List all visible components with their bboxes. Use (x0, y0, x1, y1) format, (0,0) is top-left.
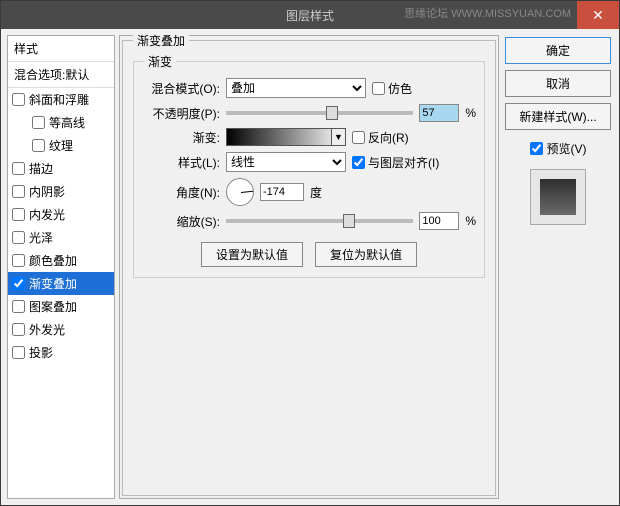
panel-title: 渐变叠加 (133, 32, 189, 49)
angle-dial[interactable] (226, 178, 254, 206)
preview-inner (540, 179, 576, 215)
style-list-header[interactable]: 样式 (8, 36, 114, 62)
style-item-label: 纹理 (49, 137, 73, 154)
style-item-label: 内发光 (29, 206, 65, 223)
style-item[interactable]: 纹理 (8, 134, 114, 157)
titlebar: 图层样式 思缘论坛 WWW.MISSYUAN.COM ✕ (1, 1, 619, 29)
opacity-slider[interactable] (226, 111, 413, 115)
style-checkbox[interactable] (12, 208, 25, 221)
opacity-label: 不透明度(P): (142, 105, 220, 122)
style-checkbox[interactable] (12, 162, 25, 175)
style-item[interactable]: 等高线 (8, 111, 114, 134)
preview-checkbox[interactable]: 预览(V) (505, 140, 611, 157)
style-checkbox[interactable] (12, 300, 25, 313)
style-item[interactable]: 外发光 (8, 318, 114, 341)
gradient-label: 渐变: (142, 129, 220, 146)
blend-mode-select[interactable]: 叠加 (226, 78, 366, 98)
style-item-label: 斜面和浮雕 (29, 91, 89, 108)
style-item-label: 颜色叠加 (29, 252, 77, 269)
style-item[interactable]: 渐变叠加 (8, 272, 114, 295)
gradient-picker[interactable]: ▼ (226, 128, 346, 146)
style-item-label: 投影 (29, 344, 53, 361)
style-item-label: 等高线 (49, 114, 85, 131)
title-text: 图层样式 (286, 7, 334, 24)
style-item-label: 内阴影 (29, 183, 65, 200)
preview-swatch (530, 169, 586, 225)
layer-style-dialog: 图层样式 思缘论坛 WWW.MISSYUAN.COM ✕ 样式 混合选项:默认 … (0, 0, 620, 506)
settings-panel: 渐变叠加 渐变 混合模式(O): 叠加 仿色 不透明度(P): (119, 35, 499, 499)
style-item-label: 外发光 (29, 321, 65, 338)
style-item[interactable]: 斜面和浮雕 (8, 88, 114, 111)
style-checkbox[interactable] (12, 346, 25, 359)
cancel-button[interactable]: 取消 (505, 70, 611, 97)
angle-unit: 度 (310, 184, 322, 201)
style-item-label: 光泽 (29, 229, 53, 246)
style-item-label: 描边 (29, 160, 53, 177)
right-panel: 确定 取消 新建样式(W)... 预览(V) (503, 35, 613, 499)
set-default-button[interactable]: 设置为默认值 (201, 242, 303, 267)
ok-button[interactable]: 确定 (505, 37, 611, 64)
style-item[interactable]: 颜色叠加 (8, 249, 114, 272)
style-item[interactable]: 投影 (8, 341, 114, 364)
opacity-input[interactable] (419, 104, 459, 122)
style-checkbox[interactable] (12, 185, 25, 198)
dither-checkbox[interactable]: 仿色 (372, 80, 412, 97)
style-item[interactable]: 描边 (8, 157, 114, 180)
style-checkbox[interactable] (12, 277, 25, 290)
scale-label: 缩放(S): (142, 213, 220, 230)
new-style-button[interactable]: 新建样式(W)... (505, 103, 611, 130)
reverse-checkbox[interactable]: 反向(R) (352, 129, 409, 146)
blend-mode-label: 混合模式(O): (142, 80, 220, 97)
style-item[interactable]: 光泽 (8, 226, 114, 249)
style-item-label: 图案叠加 (29, 298, 77, 315)
style-list-panel: 样式 混合选项:默认 斜面和浮雕等高线纹理描边内阴影内发光光泽颜色叠加渐变叠加图… (7, 35, 115, 499)
style-checkbox[interactable] (12, 323, 25, 336)
scale-input[interactable] (419, 212, 459, 230)
style-label: 样式(L): (142, 154, 220, 171)
scale-slider[interactable] (226, 219, 413, 223)
style-item-label: 渐变叠加 (29, 275, 77, 292)
style-checkbox[interactable] (12, 254, 25, 267)
watermark: 思缘论坛 WWW.MISSYUAN.COM (404, 5, 571, 21)
align-checkbox[interactable]: 与图层对齐(I) (352, 154, 439, 171)
style-item[interactable]: 内发光 (8, 203, 114, 226)
angle-input[interactable] (260, 183, 304, 201)
gradient-dropdown-icon[interactable]: ▼ (331, 129, 345, 145)
group-title: 渐变 (144, 53, 176, 70)
style-checkbox[interactable] (12, 231, 25, 244)
style-checkbox[interactable] (32, 116, 45, 129)
close-button[interactable]: ✕ (577, 1, 619, 29)
angle-label: 角度(N): (142, 184, 220, 201)
style-checkbox[interactable] (12, 93, 25, 106)
style-item[interactable]: 图案叠加 (8, 295, 114, 318)
style-item[interactable]: 内阴影 (8, 180, 114, 203)
blending-options-item[interactable]: 混合选项:默认 (8, 62, 114, 88)
reset-default-button[interactable]: 复位为默认值 (315, 242, 417, 267)
style-checkbox[interactable] (32, 139, 45, 152)
style-select[interactable]: 线性 (226, 152, 346, 172)
